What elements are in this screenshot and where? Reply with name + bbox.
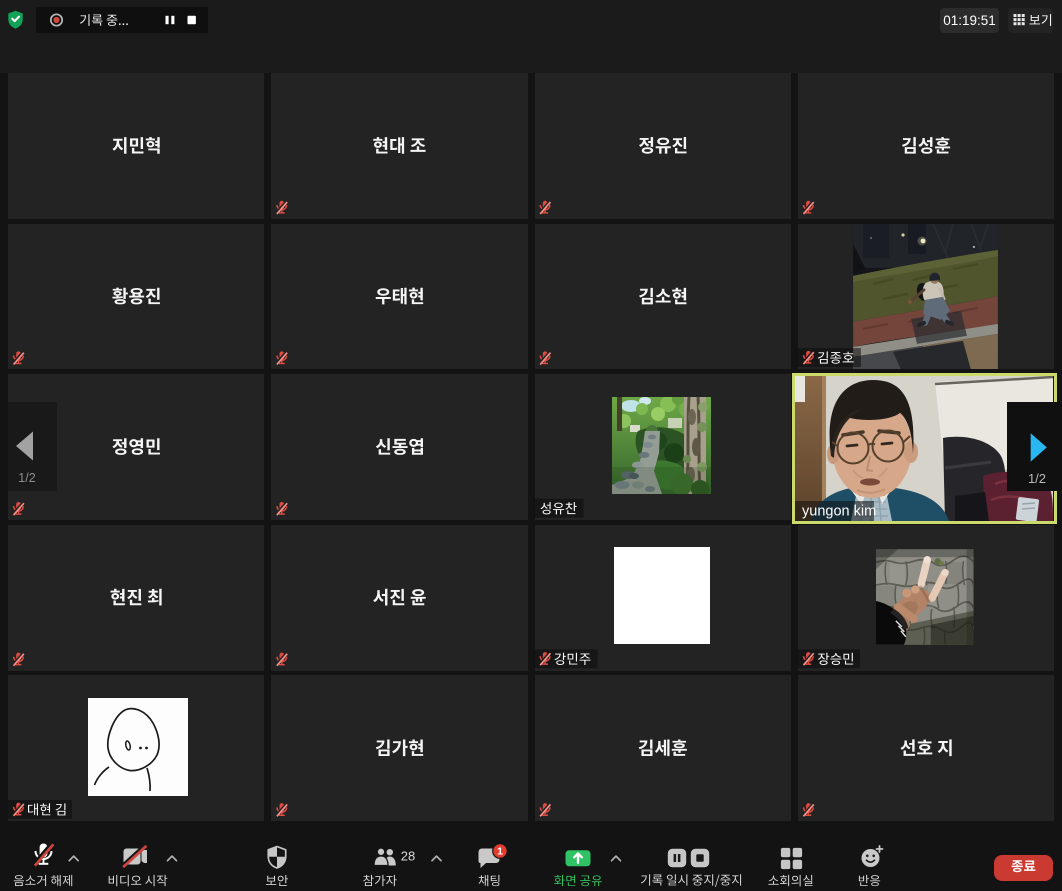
svg-text:yungon kim: yungon kim xyxy=(802,503,876,519)
svg-text:1: 1 xyxy=(497,845,503,857)
svg-text:28: 28 xyxy=(401,849,415,864)
